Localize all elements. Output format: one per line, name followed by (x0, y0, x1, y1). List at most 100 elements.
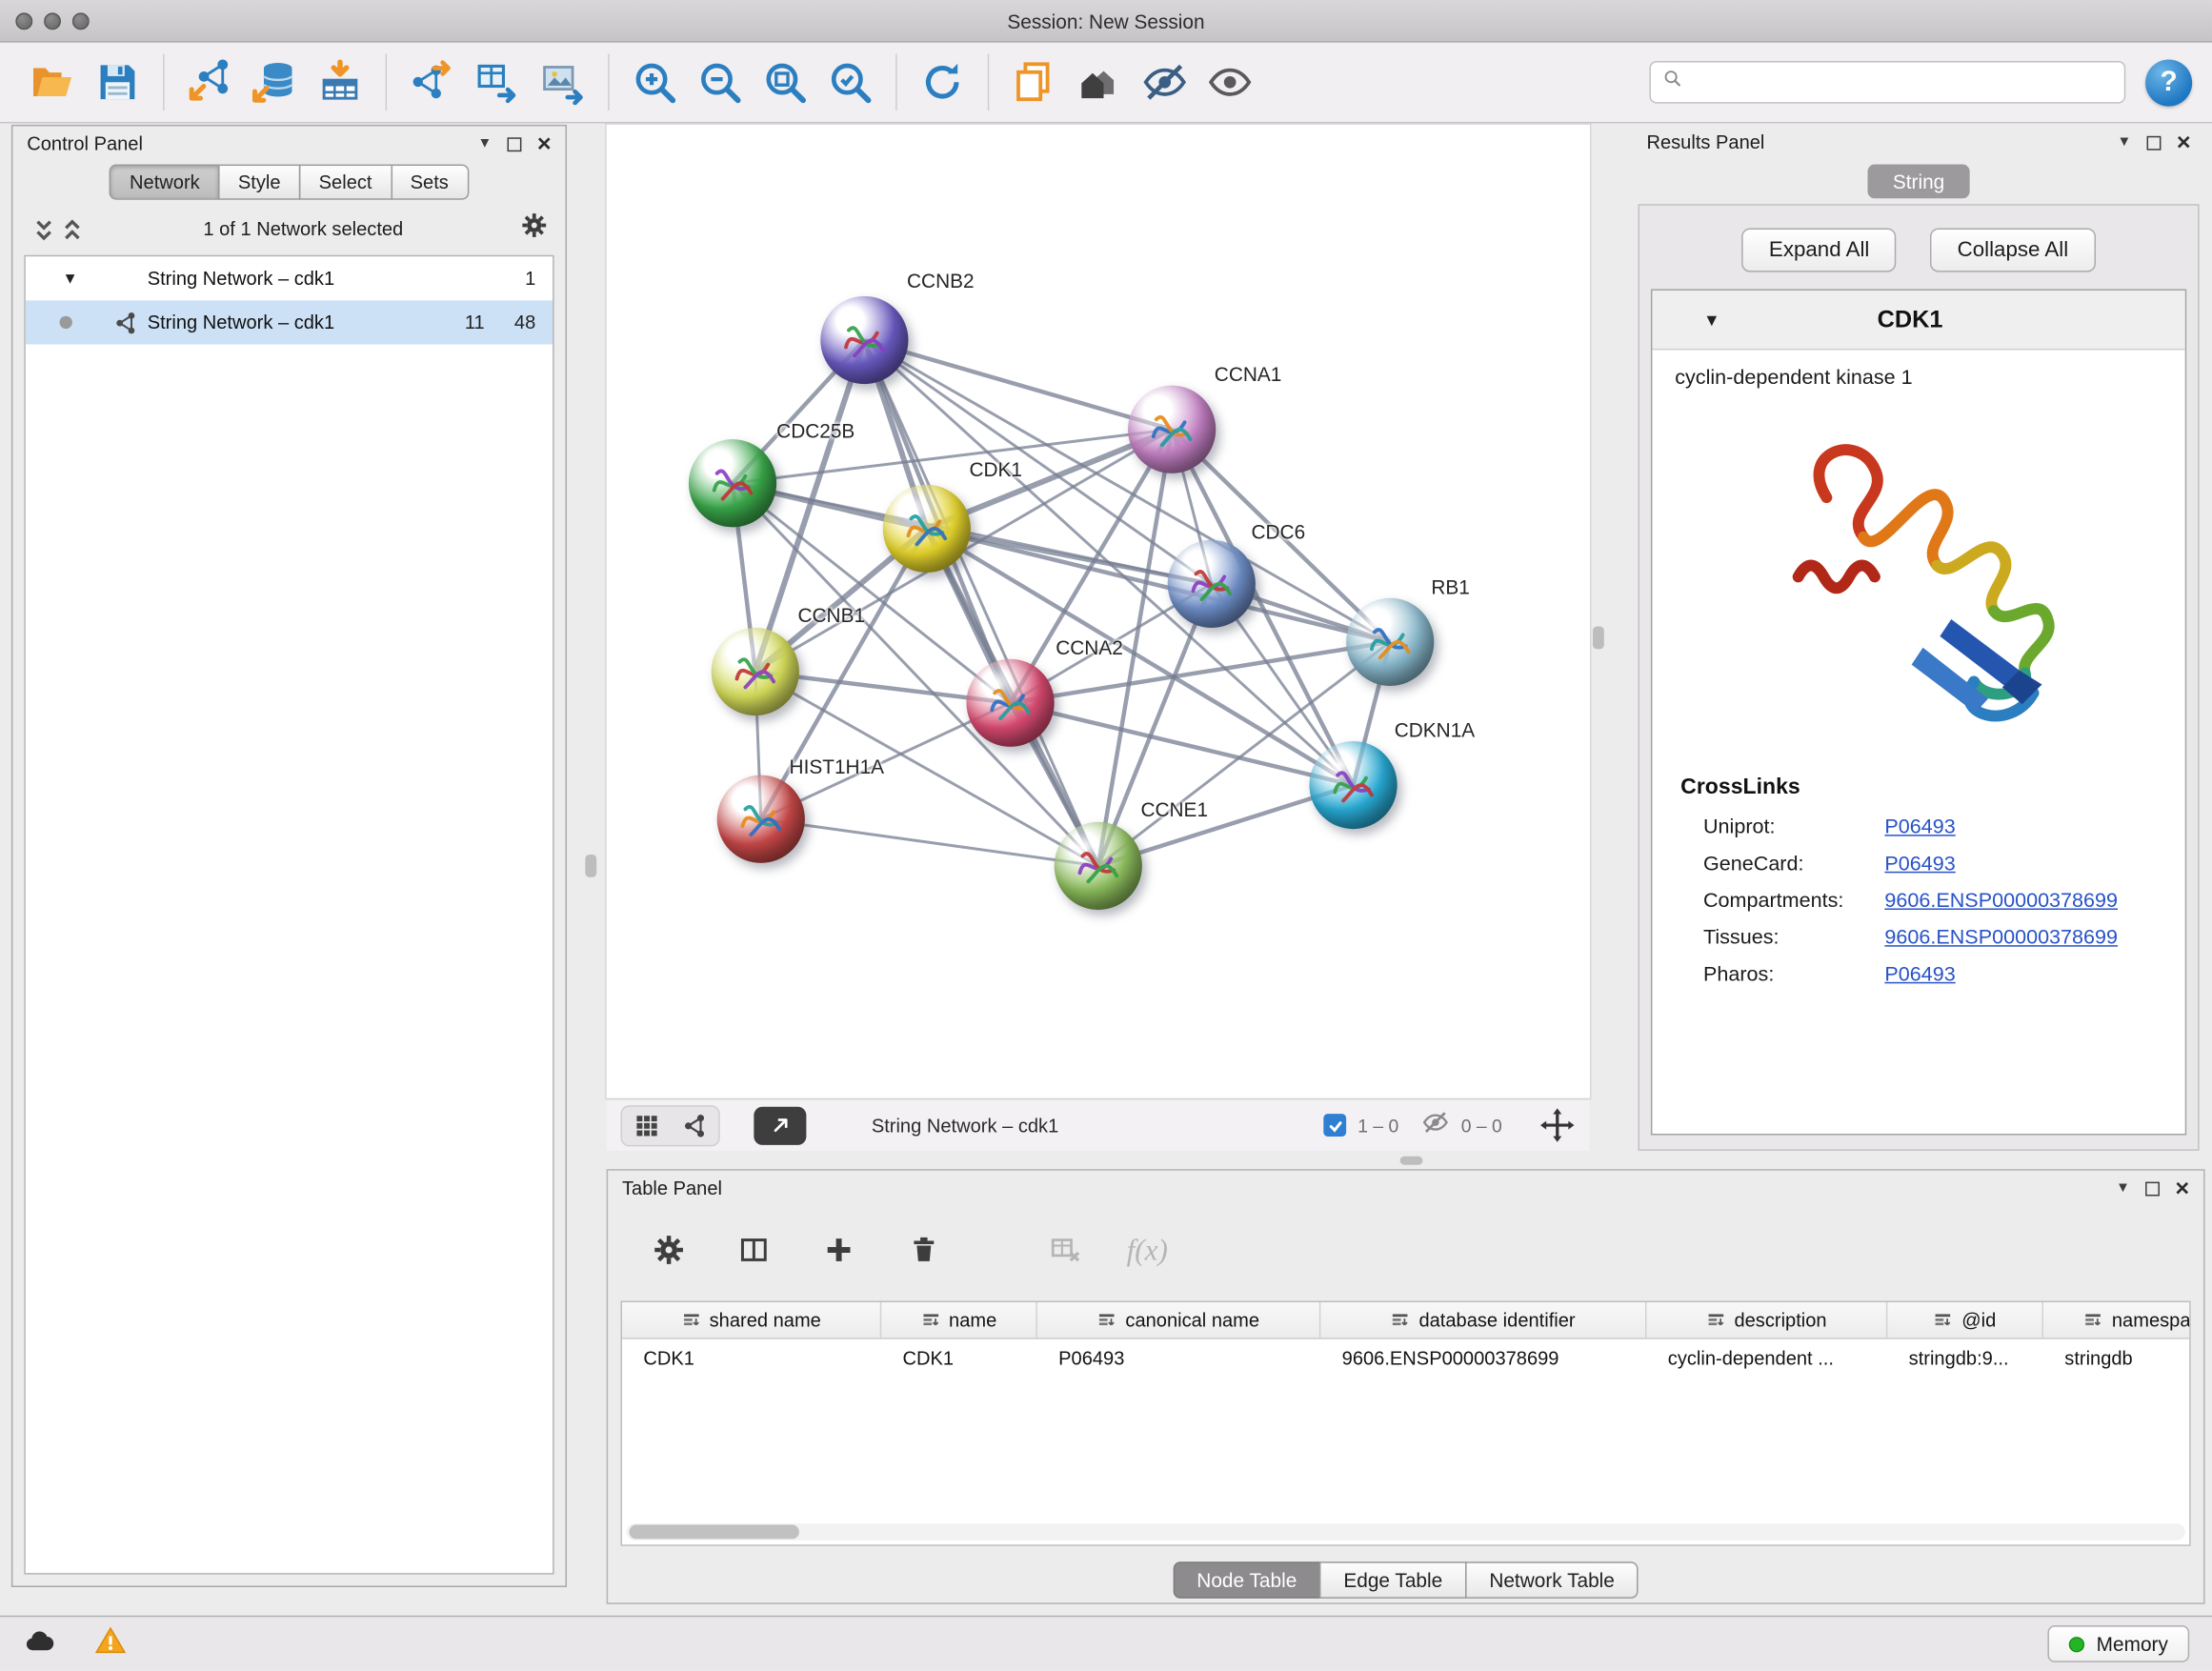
table-cell[interactable]: stringdb (2043, 1339, 2191, 1378)
new-network-from-selection-icon[interactable] (399, 51, 464, 113)
network-edge[interactable] (864, 340, 1097, 866)
help-button[interactable]: ? (2145, 59, 2192, 106)
tab-node-table[interactable]: Node Table (1173, 1561, 1321, 1599)
birdseye-grid-icon[interactable] (622, 1106, 671, 1144)
import-table-from-file-icon[interactable] (308, 51, 372, 113)
close-panel-icon[interactable]: × (2175, 1178, 2189, 1198)
right-splitter-handle[interactable] (1593, 626, 1604, 649)
tab-sets[interactable]: Sets (391, 165, 469, 200)
network-node-CDC25B[interactable] (689, 439, 776, 527)
fit-selected-crosshair-icon[interactable] (1538, 1107, 1576, 1144)
tree-disclosure-icon[interactable]: ▼ (62, 270, 77, 287)
share-network-icon[interactable] (671, 1106, 719, 1144)
tab-style[interactable]: Style (218, 165, 300, 200)
tab-edge-table[interactable]: Edge Table (1319, 1561, 1466, 1599)
expand-all-networks-icon[interactable] (58, 216, 87, 242)
network-options-gear-icon[interactable] (520, 211, 549, 247)
table-cell[interactable]: CDK1 (622, 1339, 881, 1378)
close-panel-icon[interactable]: × (537, 134, 552, 153)
table-cell[interactable]: cyclin-dependent ... (1646, 1339, 1887, 1378)
crosslink-value-link[interactable]: P06493 (1884, 853, 1955, 876)
network-node-CCNB2[interactable] (820, 296, 908, 384)
search-input[interactable] (1692, 71, 2113, 92)
tab-network-table[interactable]: Network Table (1465, 1561, 1639, 1599)
network-node-CCNE1[interactable] (1055, 822, 1142, 910)
crosslink-value-link[interactable]: P06493 (1884, 816, 1955, 839)
crosslink-value-link[interactable]: 9606.ENSP00000378699 (1884, 890, 2118, 913)
network-node-CCNA1[interactable] (1128, 386, 1216, 473)
cloud-icon[interactable] (23, 1623, 57, 1664)
expand-all-button[interactable]: Expand All (1742, 228, 1897, 272)
hide-graphics-details-icon[interactable] (1133, 51, 1197, 113)
columns-icon[interactable] (730, 1226, 778, 1275)
warning-icon[interactable] (93, 1623, 128, 1664)
save-session-icon[interactable] (85, 51, 150, 113)
table-cell[interactable]: 9606.ENSP00000378699 (1320, 1339, 1646, 1378)
column-header-namespac[interactable]: namespac (2043, 1302, 2191, 1338)
export-image-icon[interactable] (530, 51, 594, 113)
show-graphics-details-icon[interactable] (1197, 51, 1262, 113)
add-row-icon[interactable] (814, 1226, 863, 1275)
import-network-from-database-icon[interactable] (242, 51, 307, 113)
zoom-in-icon[interactable] (622, 51, 687, 113)
memory-button[interactable]: Memory (2048, 1625, 2189, 1662)
column-header-database-identifier[interactable]: database identifier (1320, 1302, 1646, 1338)
window-minimize-button[interactable] (44, 12, 61, 30)
scrollbar-thumb[interactable] (629, 1525, 799, 1540)
collapse-all-networks-icon[interactable] (30, 216, 58, 242)
export-view-icon[interactable] (754, 1106, 806, 1144)
left-splitter-handle[interactable] (585, 855, 596, 877)
network-node-HIST1H1A[interactable] (717, 775, 805, 863)
network-node-RB1[interactable] (1346, 598, 1434, 686)
collapse-panel-icon[interactable]: ▼ (2118, 134, 2132, 150)
collapse-panel-icon[interactable]: ▼ (2116, 1180, 2130, 1196)
table-row[interactable]: CDK1CDK1P064939606.ENSP00000378699cyclin… (622, 1339, 2189, 1378)
network-row[interactable]: String Network – cdk1 11 48 (26, 300, 553, 344)
column-header-canonical-name[interactable]: canonical name (1037, 1302, 1321, 1338)
network-node-CCNB1[interactable] (712, 628, 799, 715)
column-header-shared-name[interactable]: shared name (622, 1302, 881, 1338)
float-panel-icon[interactable] (2145, 1181, 2160, 1196)
zoom-selected-icon[interactable] (817, 51, 882, 113)
tab-string[interactable]: String (1867, 165, 1970, 199)
window-zoom-button[interactable] (72, 12, 90, 30)
network-edge[interactable] (864, 340, 1172, 430)
clone-network-icon[interactable] (465, 51, 530, 113)
tab-select[interactable]: Select (299, 165, 392, 200)
section-disclosure-icon[interactable]: ▼ (1703, 310, 1720, 330)
gear-icon[interactable] (645, 1226, 694, 1275)
close-panel-icon[interactable]: × (2177, 132, 2191, 151)
collapse-all-button[interactable]: Collapse All (1930, 228, 2095, 272)
collapse-panel-icon[interactable]: ▼ (478, 136, 493, 151)
table-cell[interactable]: P06493 (1037, 1339, 1321, 1378)
table-cell[interactable]: stringdb:9... (1887, 1339, 2043, 1378)
network-node-CDK1[interactable] (883, 485, 971, 573)
network-node-CDKN1A[interactable] (1309, 741, 1397, 829)
selected-checkbox-icon[interactable] (1324, 1114, 1347, 1137)
zoom-fit-icon[interactable] (753, 51, 817, 113)
gene-section-header[interactable]: ▼ CDK1 (1652, 291, 2184, 350)
network-edge[interactable] (761, 819, 1098, 866)
window-close-button[interactable] (15, 12, 32, 30)
network-node-CDC6[interactable] (1168, 540, 1256, 628)
tab-network[interactable]: Network (110, 165, 219, 200)
crosslink-value-link[interactable]: 9606.ENSP00000378699 (1884, 927, 2118, 950)
network-canvas[interactable]: CCNB2CCNA1CDC25BCDK1CDC6RB1CCNB1CCNA2CDK… (607, 125, 1590, 1098)
float-panel-icon[interactable] (508, 137, 522, 151)
column-header-name[interactable]: name (881, 1302, 1037, 1338)
network-edge[interactable] (1011, 703, 1354, 785)
home-icon[interactable] (1067, 51, 1132, 113)
table-cell[interactable]: CDK1 (881, 1339, 1037, 1378)
open-session-icon[interactable] (20, 51, 85, 113)
table-horizontal-scrollbar[interactable] (626, 1523, 2184, 1540)
crosslink-value-link[interactable]: P06493 (1884, 963, 1955, 986)
network-collection-row[interactable]: ▼ String Network – cdk1 1 (26, 256, 553, 300)
delete-row-icon[interactable] (900, 1226, 949, 1275)
zoom-out-icon[interactable] (687, 51, 752, 113)
import-network-from-file-icon[interactable] (177, 51, 242, 113)
duplicate-window-icon[interactable] (1002, 51, 1067, 113)
float-panel-icon[interactable] (2147, 135, 2162, 150)
horizontal-splitter[interactable] (607, 1151, 2205, 1169)
refresh-view-icon[interactable] (910, 51, 975, 113)
column-header-description[interactable]: description (1646, 1302, 1887, 1338)
